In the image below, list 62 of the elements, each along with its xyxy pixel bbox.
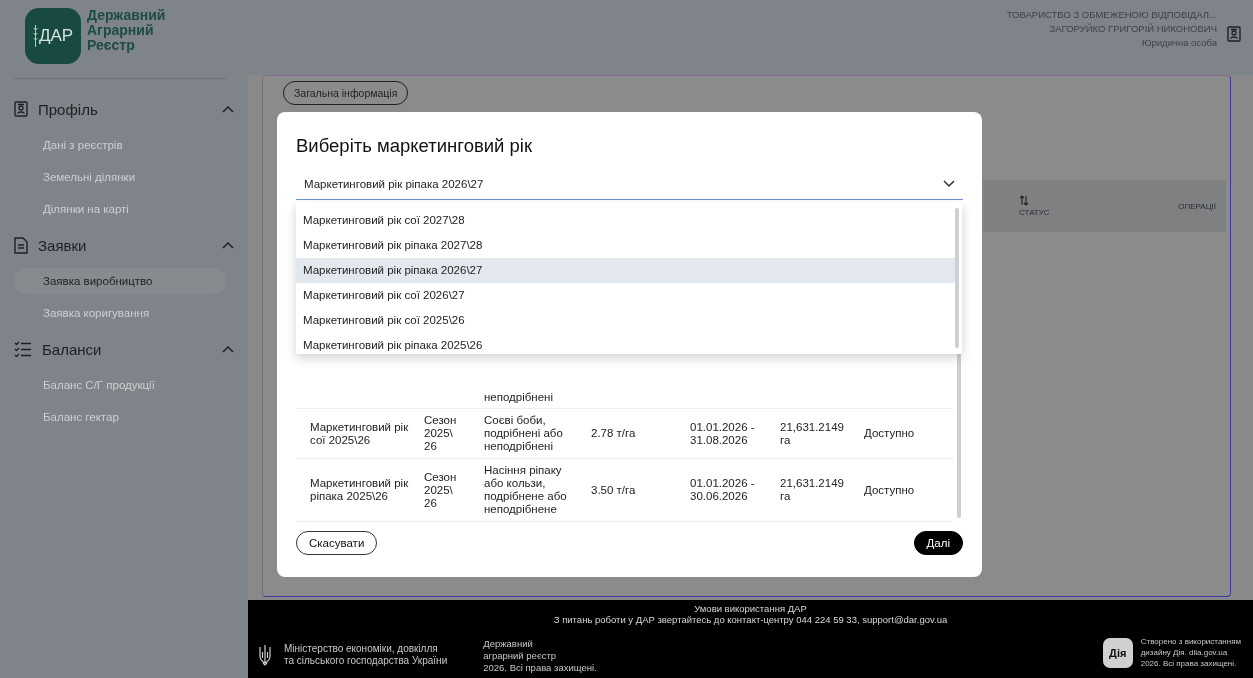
section-title: Профіль [38,100,99,118]
modal-title: Виберіть маркетинговий рік [296,135,534,157]
profile-icon [14,101,28,117]
table-cell-text: Сезон 2025\ 26 [424,414,458,453]
scrollbar[interactable] [955,208,959,348]
user-profile-icon [1227,26,1241,42]
cancel-button[interactable]: Скасувати [296,531,378,555]
sidebar-item[interactable]: Ділянки на карті [14,193,226,225]
sidebar-item[interactable]: Заявка виробництво [14,268,226,294]
user-name: ЗАГОРУЙКО ГРИГОРІЙ НИКОНОВИЧ [1049,22,1217,36]
sidebar-section[interactable]: Заявки [14,225,236,265]
sidebar-section[interactable]: Баланси [14,329,236,369]
company-name: ТОВАРИСТВО З ОБМЕЖЕНОЮ ВІДПОВІДАЛ... [1006,8,1217,22]
dropdown-option[interactable]: Маркетинговий рік ріпака 2027\28 [296,233,955,258]
document-icon [14,236,28,254]
sidebar-item[interactable]: Земельні ділянки [14,161,226,193]
user-role: Юридична особа [1141,36,1217,50]
column-header[interactable]: ОПЕРАЦІЇ [1178,201,1216,211]
sidebar-item[interactable]: Дані з реєстрів [14,129,226,161]
table-cell-text: Маркетинговий рік ріпака 2025\26 [309,477,410,503]
sidebar-item[interactable]: Баланс С/Г продукції [14,369,226,401]
table-cell-text: Доступно [864,427,916,440]
sidebar-item[interactable]: Заявка коригування [14,297,226,329]
logo-title: Аграрний [87,23,154,38]
table-cell-text: 01.01.2026 - 31.08.2026 [690,420,756,447]
dropdown-option[interactable]: Маркетинговий рік сої 2026\27 [296,283,955,308]
design-credit: Створено з використанням дизайну Дія. diia.gov.ua 2026. Всі права захищені. [1140,636,1241,669]
brand-badge: Дія [1102,637,1133,668]
section-title: Баланси [42,340,103,358]
sidebar-item[interactable]: Баланс гектар [14,401,226,433]
ministry-name: Міністерство економіки, довкілля та сільського господарства України [284,643,448,667]
dropdown-option[interactable]: Маркетинговий рік ріпака 2025\26 [296,333,955,358]
logo-title: Державний [87,8,166,23]
dropdown-option[interactable]: Маркетинговий рік сої 2027\28 [296,208,955,233]
table-cell-text: Доступно [864,483,916,497]
table-cell-text: 01.01.2026 - 30.06.2026 [690,477,756,503]
contact-text: З питань роботи у ДАР звертайтесь до контакт-центру 044 224 59 33, support@dar.gov.ua [553,614,948,626]
next-button[interactable]: Далі [913,531,963,555]
dropdown-option[interactable]: Маркетинговий рік сої 2025\26 [296,308,955,333]
chevron-down-icon [943,180,955,188]
dropdown-option[interactable]: Маркетинговий рік ріпака 2026\27 [296,258,955,283]
table-cell-text: 21,631.2149 га [780,420,845,447]
table-cell-text: 21,631.2149 га [780,477,845,503]
wheat-icon [32,25,38,47]
trident-icon [258,644,272,666]
terms-link[interactable]: Умови використання ДАР [694,603,807,614]
year-select[interactable]: Маркетинговий рік ріпака 2026\27 [296,169,963,200]
table-cell-text: 2.78 т/га [591,427,637,440]
logo-text: ДАР [38,26,74,46]
checklist-icon [14,341,32,357]
column-header[interactable]: СТАТУС [1019,208,1050,217]
table-cell-text: 3.50 т/га [591,483,637,497]
tab[interactable]: Загальна інформація [283,81,409,105]
table-cell-text: неподрібнені [484,391,555,404]
table-cell-text: Насіння ріпаку або кользи, подрібнене або неподрібнене [484,464,568,516]
logo-title: Реєстр [87,38,135,53]
table-cell-text: Соєві боби, подрібнені або неподрібнені [484,414,564,453]
table-cell-text: Сезон 2025\ 26 [424,470,458,510]
sidebar-section[interactable]: Профіль [14,89,236,129]
section-title: Заявки [38,236,88,254]
copyright-text: Державний аграрний реєстр 2026. Всі права захищені. [483,638,597,674]
table-cell-text: Маркетинговий рік сої 2025\26 [309,420,410,447]
